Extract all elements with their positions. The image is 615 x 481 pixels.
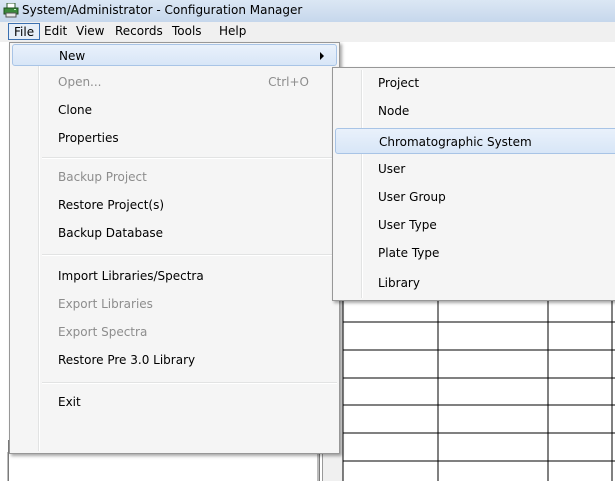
new-menu-library[interactable]: Library: [335, 270, 615, 296]
menu-item-label: Restore Pre 3.0 Library: [58, 353, 196, 367]
new-menu-plate-type[interactable]: Plate Type: [335, 240, 615, 266]
menu-item-label: User Group: [378, 190, 446, 204]
menu-item-label: Export Libraries: [58, 297, 153, 311]
menu-separator: [42, 157, 337, 159]
file-menu-clone[interactable]: Clone: [12, 99, 337, 121]
menu-item-shortcut: Ctrl+O: [268, 75, 309, 89]
file-menu-restore-pre30-library[interactable]: Restore Pre 3.0 Library: [12, 349, 337, 371]
menu-item-label: Project: [378, 76, 420, 90]
file-menu-import-libraries[interactable]: Import Libraries/Spectra: [12, 265, 337, 287]
new-submenu: Project Node Chromatographic System User…: [332, 67, 615, 301]
new-menu-node[interactable]: Node: [335, 98, 615, 124]
submenu-arrow-icon: [320, 52, 324, 60]
file-menu-export-libraries[interactable]: Export Libraries: [12, 293, 337, 315]
file-menu-backup-project[interactable]: Backup Project: [12, 166, 337, 188]
new-menu-user-type[interactable]: User Type: [335, 212, 615, 238]
menu-item-label: User: [378, 162, 406, 176]
file-menu-restore-projects[interactable]: Restore Project(s): [12, 194, 337, 216]
menu-item-label: Clone: [58, 103, 93, 117]
file-menu-backup-database[interactable]: Backup Database: [12, 222, 337, 244]
menu-item-label: New: [59, 49, 86, 63]
menu-separator: [42, 254, 337, 256]
menu-item-label: Plate Type: [378, 246, 440, 260]
new-menu-user-group[interactable]: User Group: [335, 184, 615, 210]
menu-item-label: Exit: [58, 395, 81, 409]
menu-item-label: Backup Database: [58, 226, 164, 240]
menu-separator: [42, 382, 337, 384]
file-menu: New Open... Ctrl+O Clone Properties Back…: [9, 42, 340, 454]
menu-item-label: User Type: [378, 218, 437, 232]
menu-item-label: Import Libraries/Spectra: [58, 269, 204, 283]
file-menu-exit[interactable]: Exit: [12, 391, 337, 413]
menu-item-label: Export Spectra: [58, 325, 148, 339]
new-menu-project[interactable]: Project: [335, 70, 615, 96]
menu-item-label: Open...: [58, 75, 102, 89]
menu-item-label: Chromatographic System: [379, 135, 532, 149]
file-menu-open[interactable]: Open... Ctrl+O: [12, 71, 337, 93]
file-menu-properties[interactable]: Properties: [12, 127, 337, 149]
menu-item-label: Library: [378, 276, 420, 290]
menu-item-label: Properties: [58, 131, 119, 145]
menu-item-label: Restore Project(s): [58, 198, 165, 212]
file-menu-new[interactable]: New: [12, 44, 337, 66]
new-menu-user[interactable]: User: [335, 156, 615, 182]
new-menu-chromatographic-system[interactable]: Chromatographic System: [335, 128, 615, 154]
menu-item-label: Node: [378, 104, 410, 118]
file-menu-export-spectra[interactable]: Export Spectra: [12, 321, 337, 343]
menu-item-label: Backup Project: [58, 170, 147, 184]
